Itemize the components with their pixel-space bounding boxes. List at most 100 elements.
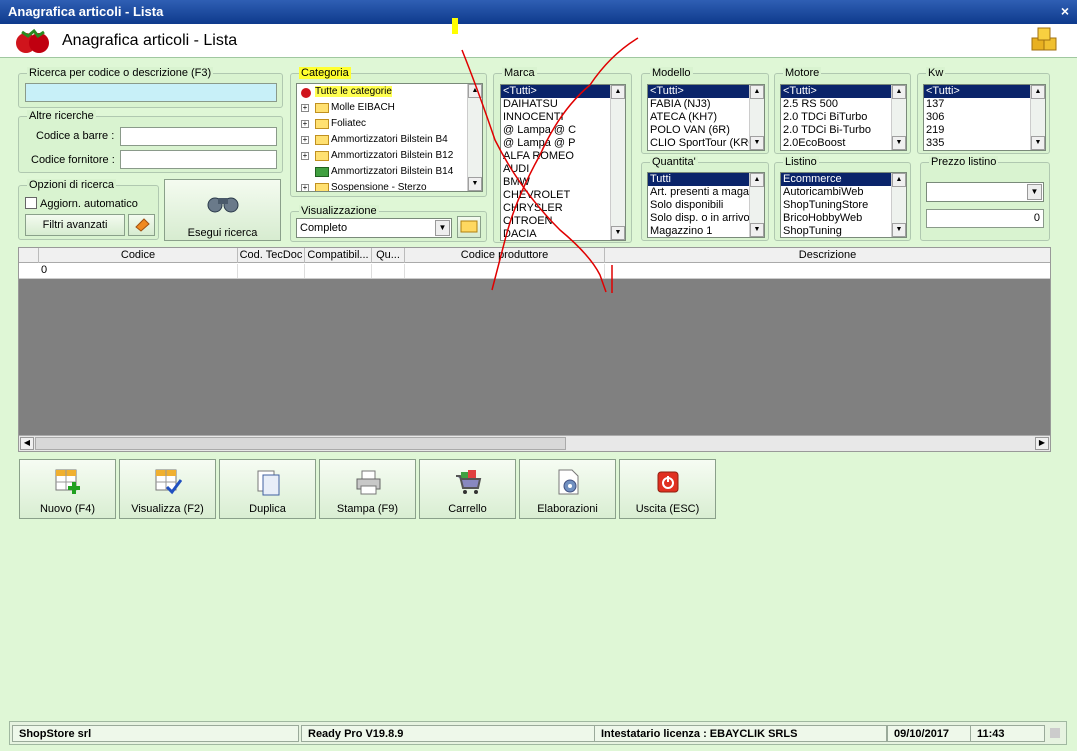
category-scrollbar[interactable]: ▲ ▼ [467, 84, 482, 191]
scroll-down-icon[interactable]: ▼ [611, 226, 625, 240]
view-select[interactable]: Completo ▼ [296, 218, 452, 238]
engine-list[interactable]: <Tutti> 2.5 RS 500 2.0 TDCi BiTurbo 2.0 TDC… [780, 84, 907, 151]
list-item[interactable]: <Tutti> [501, 85, 625, 98]
list-item[interactable]: ALFA ROMEO [501, 150, 625, 163]
column-header-codice[interactable]: Codice [39, 248, 238, 263]
list-item[interactable]: <Tutti> [924, 85, 1045, 98]
expand-icon[interactable]: + [301, 152, 309, 160]
duplicate-button[interactable]: Duplica [219, 459, 316, 519]
list-item[interactable]: BricoHobbyWeb [781, 212, 906, 225]
search-input[interactable] [25, 83, 277, 102]
list-item[interactable]: CLIO SportTour (KR0 [648, 137, 764, 150]
view-button[interactable]: Visualizza (F2) [119, 459, 216, 519]
advanced-filters-button[interactable]: Filtri avanzati [25, 214, 125, 236]
scroll-down-icon[interactable]: ▼ [468, 177, 482, 191]
list-item[interactable]: Magazzino 1 [648, 225, 764, 237]
column-header-quantity[interactable]: Qu... [372, 248, 405, 263]
supplier-code-input[interactable] [120, 150, 277, 169]
expand-icon[interactable]: + [301, 120, 309, 128]
list-item[interactable]: Tutti [648, 173, 764, 186]
price-input[interactable]: 0 [926, 209, 1044, 228]
cell-tecdoc[interactable] [238, 264, 305, 278]
list-item[interactable]: 2.0EcoBoost [781, 137, 906, 150]
scroll-up-icon[interactable]: ▲ [892, 85, 906, 99]
list-item[interactable]: ShopTuning [781, 225, 906, 237]
column-header-tecdoc[interactable]: Cod. TecDoc [238, 248, 305, 263]
table-row[interactable]: 0 [19, 263, 1050, 279]
scroll-down-icon[interactable]: ▼ [750, 136, 764, 150]
auto-update-checkbox[interactable] [25, 197, 37, 209]
quantity-scrollbar[interactable]: ▲ ▼ [749, 173, 764, 237]
cell-quantity[interactable] [372, 264, 405, 278]
scroll-down-icon[interactable]: ▼ [1031, 136, 1045, 150]
list-item[interactable]: Solo disp. o in arrivo [648, 212, 764, 225]
barcode-input[interactable] [120, 127, 277, 146]
cart-button[interactable]: Carrello [419, 459, 516, 519]
list-item[interactable]: Art. presenti a magaz [648, 186, 764, 199]
list-item[interactable]: AutoricambiWeb [781, 186, 906, 199]
list-item[interactable]: CHRYSLER [501, 202, 625, 215]
list-item[interactable]: DACIA [501, 228, 625, 240]
expand-icon[interactable]: + [301, 184, 309, 191]
exit-button[interactable]: Uscita (ESC) [619, 459, 716, 519]
list-item[interactable]: 137 [924, 98, 1045, 111]
column-header-producer-code[interactable]: Codice produttore [405, 248, 605, 263]
tree-item-all[interactable]: Tutte le categorie [297, 84, 482, 100]
list-item[interactable]: @ Lampa @ C [501, 124, 625, 137]
price-list-scrollbar[interactable]: ▲ ▼ [891, 173, 906, 237]
resize-grip[interactable] [1050, 728, 1060, 738]
kw-scrollbar[interactable]: ▲ ▼ [1030, 85, 1045, 150]
cell-codice[interactable]: 0 [39, 264, 238, 278]
list-item[interactable]: Ecommerce [781, 173, 906, 186]
list-item[interactable]: 335 [924, 137, 1045, 150]
list-item[interactable]: @ Lampa @ P [501, 137, 625, 150]
scroll-down-icon[interactable]: ▼ [892, 223, 906, 237]
list-item[interactable]: <Tutti> [648, 85, 764, 98]
list-item[interactable]: POLO VAN (6R) [648, 124, 764, 137]
tree-item-bilstein-b4[interactable]: + Ammortizzatori Bilstein B4 [297, 132, 482, 148]
new-button[interactable]: Nuovo (F4) [19, 459, 116, 519]
close-icon[interactable]: × [1061, 3, 1069, 19]
grid-hscrollbar[interactable]: ◀ ▶ [19, 435, 1050, 451]
kw-list[interactable]: <Tutti> 137 306 219 335 ▲ ▼ [923, 84, 1046, 151]
list-item[interactable]: FABIA (NJ3) [648, 98, 764, 111]
list-item[interactable]: INNOCENTI [501, 111, 625, 124]
list-item[interactable]: 219 [924, 124, 1045, 137]
list-item[interactable]: ATECA (KH7) [648, 111, 764, 124]
scroll-up-icon[interactable]: ▲ [1031, 85, 1045, 99]
chevron-down-icon[interactable]: ▼ [435, 220, 450, 236]
scroll-right-icon[interactable]: ▶ [1035, 437, 1049, 450]
expand-icon[interactable]: + [301, 104, 309, 112]
scroll-up-icon[interactable]: ▲ [750, 173, 764, 187]
scroll-up-icon[interactable]: ▲ [892, 173, 906, 187]
scroll-up-icon[interactable]: ▲ [750, 85, 764, 99]
list-item[interactable]: 2.0 TDCi BiTurbo [781, 111, 906, 124]
tree-item-molle-eibach[interactable]: + Molle EIBACH [297, 100, 482, 116]
expand-icon[interactable]: + [301, 136, 309, 144]
price-select[interactable]: ▼ [926, 182, 1044, 202]
list-item[interactable]: 306 [924, 111, 1045, 124]
price-list-list[interactable]: Ecommerce AutoricambiWeb ShopTuningStore Br… [780, 172, 907, 238]
cell-compatibility[interactable] [305, 264, 372, 278]
articles-grid[interactable]: Codice Cod. TecDoc Compatibil... Qu... C… [18, 247, 1051, 452]
scroll-down-icon[interactable]: ▼ [892, 136, 906, 150]
tree-item-sospensione[interactable]: + Sospensione - Sterzo [297, 180, 482, 191]
scroll-up-icon[interactable]: ▲ [611, 85, 625, 99]
scroll-thumb[interactable] [35, 437, 566, 450]
list-item[interactable]: CHEVROLET [501, 189, 625, 202]
category-tree[interactable]: Tutte le categorie + Molle EIBACH + Foliat… [296, 83, 483, 192]
column-header-description[interactable]: Descrizione [605, 248, 1050, 263]
list-item[interactable]: CITROEN [501, 215, 625, 228]
list-item[interactable]: BMW [501, 176, 625, 189]
print-button[interactable]: Stampa (F9) [319, 459, 416, 519]
list-item[interactable]: 2.0 TDCi Bi-Turbo [781, 124, 906, 137]
filter-eraser-button[interactable] [128, 214, 155, 236]
open-folder-button[interactable] [457, 216, 481, 238]
tree-item-foliatec[interactable]: + Foliatec [297, 116, 482, 132]
scroll-left-icon[interactable]: ◀ [20, 437, 34, 450]
run-search-button[interactable]: Esegui ricerca [164, 179, 281, 241]
cell-producer-code[interactable] [405, 264, 605, 278]
list-item[interactable]: DAIHATSU [501, 98, 625, 111]
brand-list[interactable]: <Tutti> DAIHATSU INNOCENTI @ Lampa @ C @ Lam… [500, 84, 626, 241]
tree-item-bilstein-b14[interactable]: Ammortizzatori Bilstein B14 [297, 164, 482, 180]
